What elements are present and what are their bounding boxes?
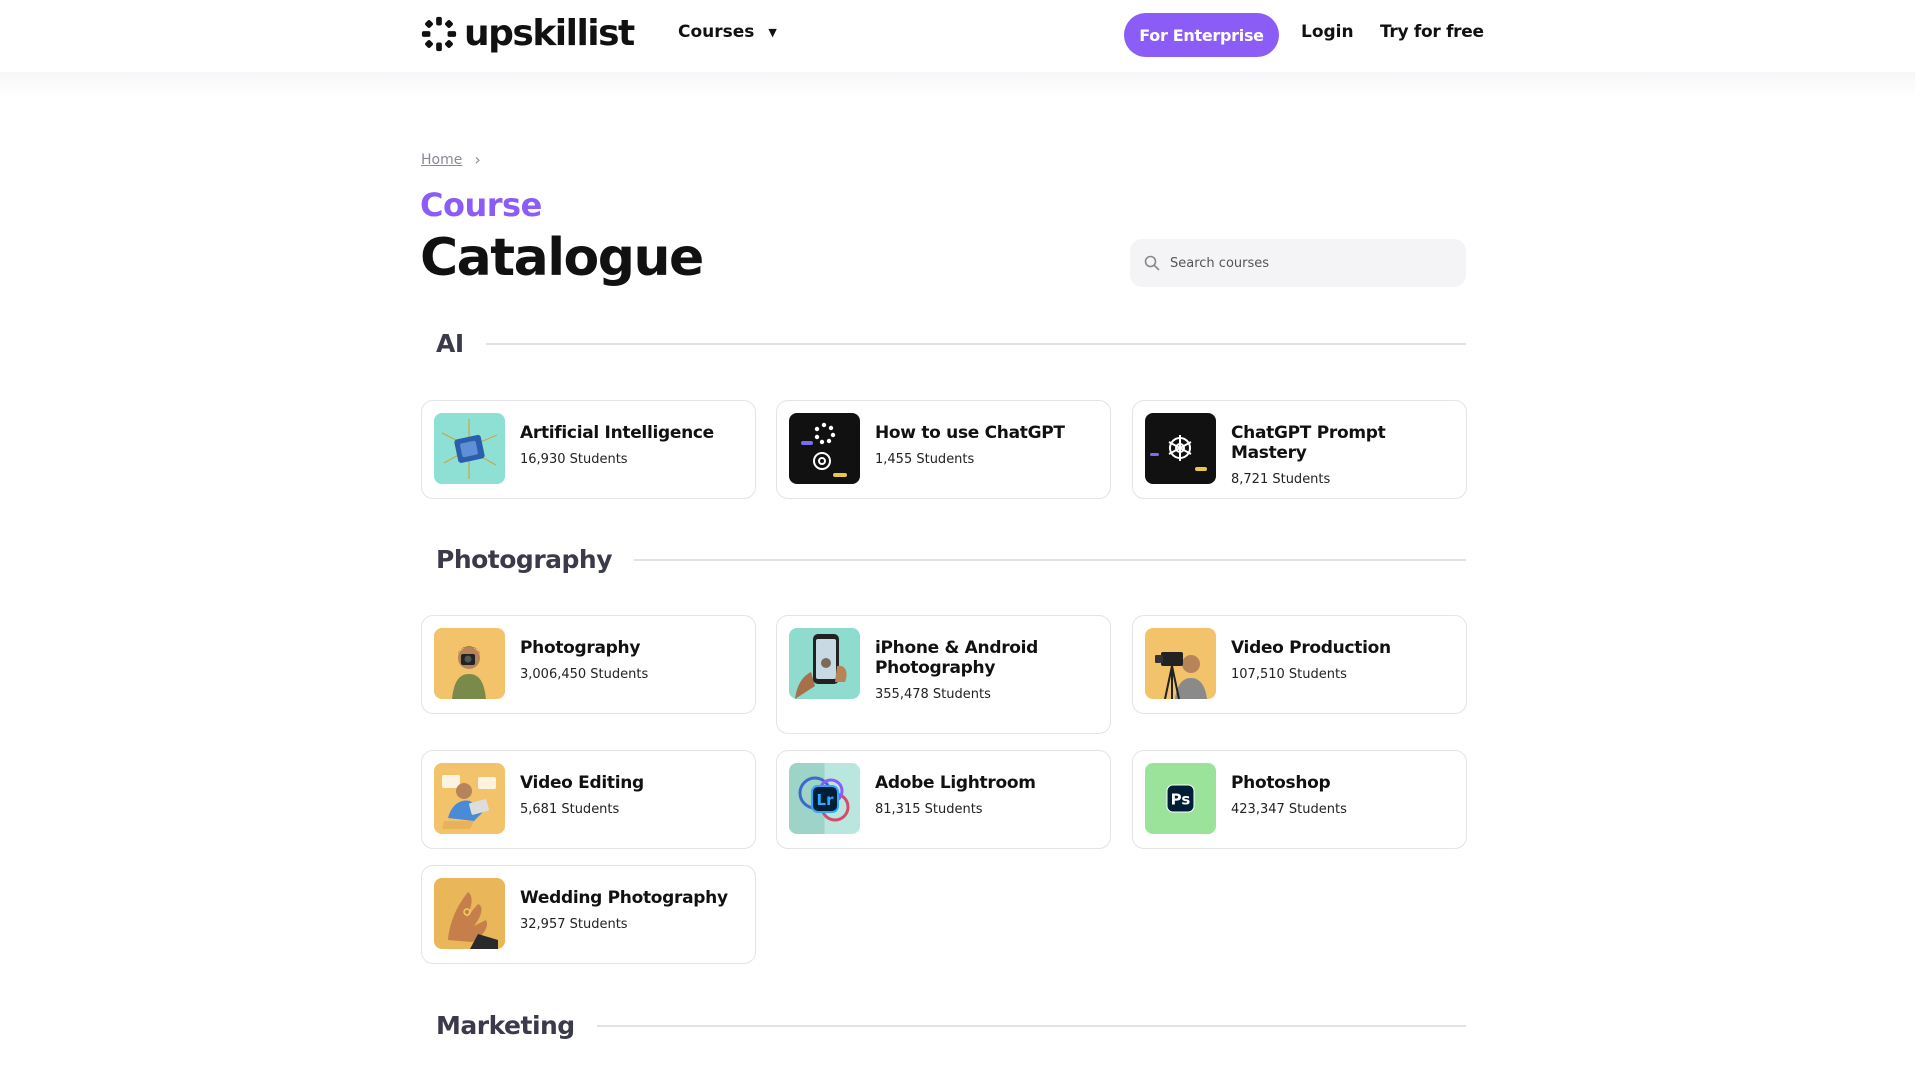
ai-chip-icon xyxy=(434,413,505,484)
header-shadow xyxy=(0,72,1915,98)
course-students: 423,347 Students xyxy=(1231,802,1347,817)
section-heading-ai: AI xyxy=(420,329,1466,358)
course-students: 81,315 Students xyxy=(875,802,983,817)
chatgpt-logo-icon xyxy=(789,413,860,484)
course-students: 5,681 Students xyxy=(520,802,620,817)
course-info: Artificial Intelligence 16,930 Students xyxy=(505,413,714,486)
section-divider xyxy=(485,342,1466,345)
page-title-accent: Course xyxy=(420,186,542,224)
photoshop-logo-icon: Ps xyxy=(1145,763,1216,834)
course-title: Adobe Lightroom xyxy=(875,773,1036,793)
course-title: Photography xyxy=(520,638,641,658)
course-title: How to use ChatGPT xyxy=(875,423,1065,443)
course-title: iPhone & Android Photography xyxy=(875,638,1039,678)
course-card-photography[interactable]: Photography 3,006,450 Students xyxy=(421,615,756,714)
course-card-how-to-use-chatgpt[interactable]: How to use ChatGPT 1,455 Students xyxy=(776,400,1111,499)
breadcrumb: Home › xyxy=(421,150,481,169)
logo-icon xyxy=(421,16,457,52)
lightroom-logo-icon: Lr xyxy=(789,763,860,834)
course-students: 32,957 Students xyxy=(520,917,628,932)
section-heading-photography: Photography xyxy=(420,545,1466,574)
course-title: ChatGPT Prompt Mastery xyxy=(1231,423,1386,463)
login-link[interactable]: Login xyxy=(1301,22,1354,42)
search-icon xyxy=(1144,255,1160,271)
section-label: Marketing xyxy=(436,1011,575,1040)
photographer-icon xyxy=(434,628,505,699)
course-card-photoshop[interactable]: Ps Photoshop 423,347 Students xyxy=(1132,750,1467,849)
course-card-wedding-photography[interactable]: Wedding Photography 32,957 Students xyxy=(421,865,756,964)
course-info: iPhone & Android Photography 355,478 Stu… xyxy=(860,628,1098,721)
wedding-hands-icon xyxy=(434,878,505,949)
top-navigation-bar: upskillist Courses ▼ For Enterprise Logi… xyxy=(0,0,1915,72)
video-editor-icon xyxy=(434,763,505,834)
course-info: Photography 3,006,450 Students xyxy=(505,628,648,701)
course-card-artificial-intelligence[interactable]: Artificial Intelligence 16,930 Students xyxy=(421,400,756,499)
phone-camera-icon xyxy=(789,628,860,699)
course-students: 355,478 Students xyxy=(875,687,991,702)
section-divider xyxy=(596,1024,1466,1027)
section-heading-marketing: Marketing xyxy=(420,1011,1466,1040)
logo-text: upskillist xyxy=(464,13,635,54)
chevron-right-icon: › xyxy=(474,150,481,169)
course-card-video-production[interactable]: Video Production 107,510 Students xyxy=(1132,615,1467,714)
course-students: 107,510 Students xyxy=(1231,667,1347,682)
caret-down-icon: ▼ xyxy=(768,25,777,39)
try-for-free-link[interactable]: Try for free xyxy=(1380,22,1484,42)
course-title: Wedding Photography xyxy=(520,888,728,908)
logo[interactable]: upskillist xyxy=(420,13,635,54)
courses-dropdown[interactable]: Courses ▼ xyxy=(678,22,777,42)
chatgpt-logo-icon xyxy=(1145,413,1216,484)
breadcrumb-home-link[interactable]: Home xyxy=(421,152,462,168)
course-info: Video Editing 5,681 Students xyxy=(505,763,644,836)
course-card-chatgpt-prompt-mastery[interactable]: ChatGPT Prompt Mastery 8,721 Students xyxy=(1132,400,1467,499)
section-label: Photography xyxy=(436,545,613,574)
video-camera-icon xyxy=(1145,628,1216,699)
course-students: 8,721 Students xyxy=(1231,472,1331,487)
course-title: Video Production xyxy=(1231,638,1391,658)
lightroom-glyph: Lr xyxy=(817,791,835,809)
course-title: Video Editing xyxy=(520,773,644,793)
section-divider xyxy=(634,558,1466,561)
search-box xyxy=(1130,239,1466,287)
page-title: Catalogue xyxy=(420,228,704,288)
course-info: Video Production 107,510 Students xyxy=(1216,628,1391,701)
photoshop-glyph: Ps xyxy=(1171,791,1191,809)
course-students: 1,455 Students xyxy=(875,452,975,467)
section-label: AI xyxy=(436,329,464,358)
course-info: Photoshop 423,347 Students xyxy=(1216,763,1347,836)
course-title: Artificial Intelligence xyxy=(520,423,714,443)
course-info: Wedding Photography 32,957 Students xyxy=(505,878,728,951)
course-card-adobe-lightroom[interactable]: Lr Adobe Lightroom 81,315 Students xyxy=(776,750,1111,849)
courses-label: Courses xyxy=(678,22,755,42)
for-enterprise-button[interactable]: For Enterprise xyxy=(1124,13,1279,57)
course-students: 3,006,450 Students xyxy=(520,667,649,682)
course-info: Adobe Lightroom 81,315 Students xyxy=(860,763,1036,836)
course-title: Photoshop xyxy=(1231,773,1331,793)
course-card-iphone-android-photography[interactable]: iPhone & Android Photography 355,478 Stu… xyxy=(776,615,1111,734)
search-input[interactable] xyxy=(1170,255,1450,271)
course-students: 16,930 Students xyxy=(520,452,628,467)
course-info: How to use ChatGPT 1,455 Students xyxy=(860,413,1065,486)
course-card-video-editing[interactable]: Video Editing 5,681 Students xyxy=(421,750,756,849)
course-info: ChatGPT Prompt Mastery 8,721 Students xyxy=(1216,413,1454,487)
